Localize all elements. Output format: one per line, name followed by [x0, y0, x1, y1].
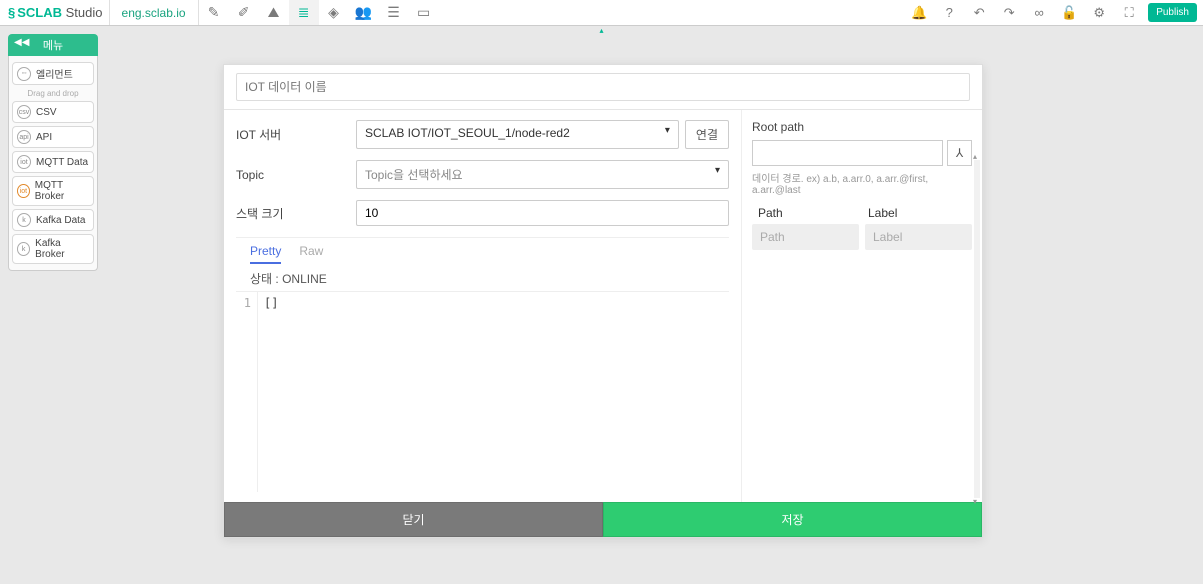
code-gutter: 1 [236, 292, 258, 492]
stack-label: 스택 크기 [236, 205, 356, 222]
close-button[interactable]: 닫기 [224, 502, 603, 537]
rootpath-input[interactable] [752, 140, 943, 166]
label-header: Label [862, 206, 972, 220]
label-cell[interactable]: Label [865, 224, 972, 250]
server-select[interactable]: SCLAB IOT/IOT_SEOUL_1/node-red2 [356, 120, 679, 149]
code-preview: 1 [] [236, 292, 729, 492]
path-label-row: Path Label [752, 224, 972, 250]
connection-status: 상태 : ONLINE [236, 266, 729, 292]
topic-select[interactable]: Topic을 선택하세요 [356, 160, 729, 189]
modal-left-column: IOT 서버 SCLAB IOT/IOT_SEOUL_1/node-red2 연… [224, 110, 742, 502]
modal-body: IOT 서버 SCLAB IOT/IOT_SEOUL_1/node-red2 연… [224, 110, 982, 502]
modal-right-column: Root path ⅄ 데이터 경로. ex) a.b, a.arr.0, a.… [742, 110, 982, 502]
stack-size-input[interactable] [356, 200, 729, 226]
path-header: Path [752, 206, 862, 220]
connect-button[interactable]: 연결 [685, 120, 729, 149]
path-label-header: Path Label [752, 202, 972, 224]
iot-data-modal: IOT 서버 SCLAB IOT/IOT_SEOUL_1/node-red2 연… [223, 64, 983, 538]
status-value: ONLINE [282, 272, 327, 286]
topic-label: Topic [236, 168, 356, 182]
preview-panel: Pretty Raw 상태 : ONLINE 1 [] [236, 237, 729, 492]
rootpath-hint: 데이터 경로. ex) a.b, a.arr.0, a.arr.@first, … [752, 170, 972, 196]
modal-overlay: IOT 서버 SCLAB IOT/IOT_SEOUL_1/node-red2 연… [0, 0, 1203, 584]
modal-footer: 닫기 저장 [224, 502, 982, 537]
iot-name-input[interactable] [236, 73, 970, 101]
tab-raw[interactable]: Raw [299, 244, 323, 264]
rootpath-pick-button[interactable]: ⅄ [947, 140, 972, 166]
save-button[interactable]: 저장 [603, 502, 982, 537]
path-cell[interactable]: Path [752, 224, 859, 250]
rootpath-label: Root path [752, 120, 972, 134]
right-scrollbar[interactable] [974, 160, 980, 498]
modal-header [224, 65, 982, 110]
code-content: [] [258, 292, 278, 492]
server-label: IOT 서버 [236, 126, 356, 143]
tab-pretty[interactable]: Pretty [250, 244, 281, 264]
